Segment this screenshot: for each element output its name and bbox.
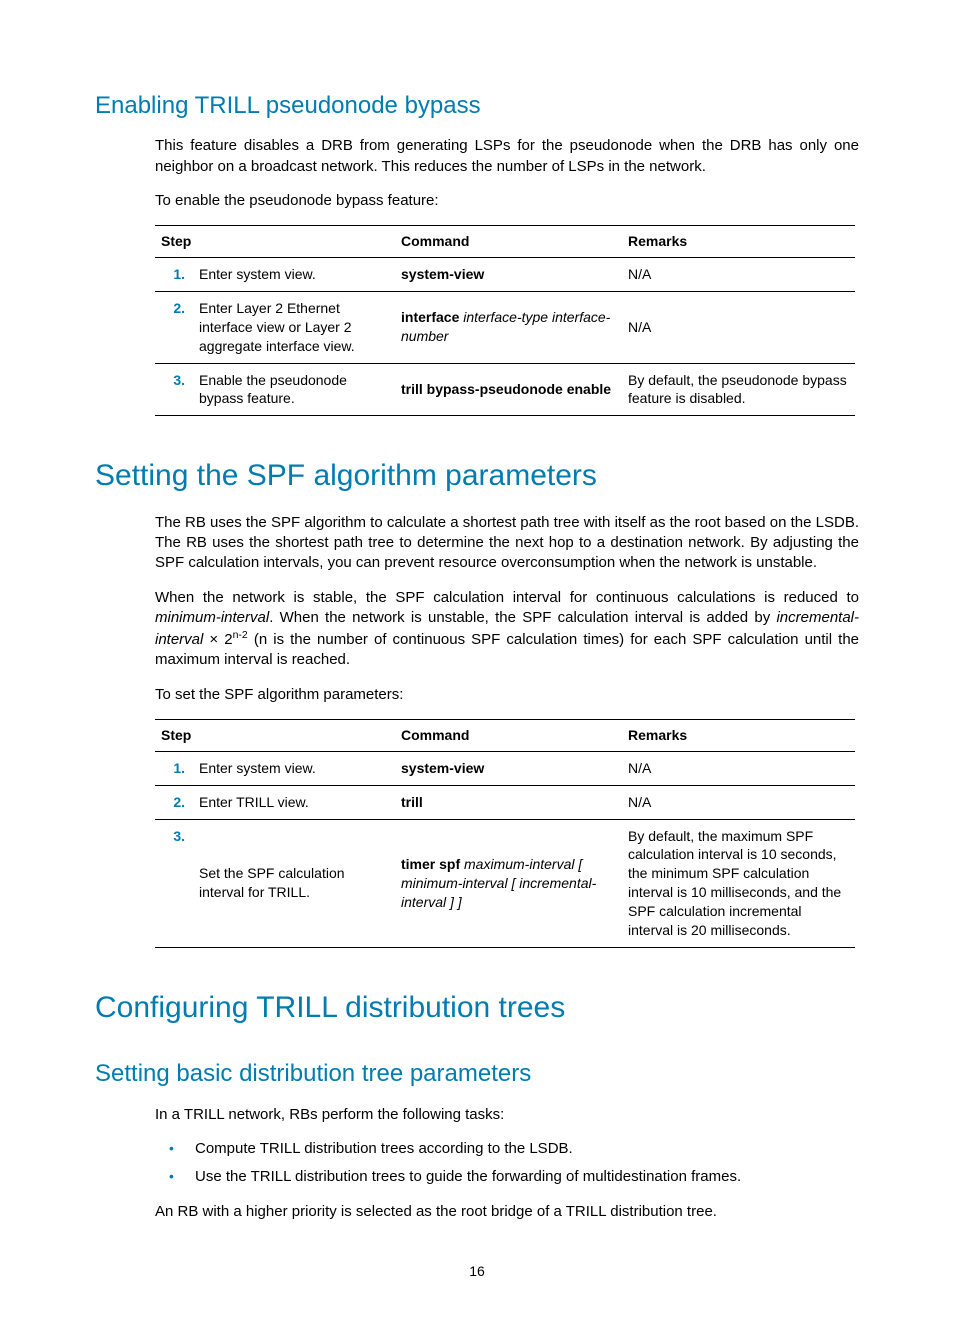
command-cell: system-view	[395, 751, 622, 785]
paragraph: An RB with a higher priority is selected…	[155, 1202, 859, 1222]
step-number: 3.	[155, 363, 193, 416]
paragraph: The RB uses the SPF algorithm to calcula…	[155, 513, 859, 574]
paragraph: To enable the pseudonode bypass feature:	[155, 191, 859, 211]
col-header-command: Command	[395, 226, 622, 258]
table-pseudonode-bypass: Step Command Remarks 1. Enter system vie…	[155, 225, 855, 416]
list-item: Compute TRILL distribution trees accordi…	[155, 1139, 859, 1159]
paragraph: When the network is stable, the SPF calc…	[155, 588, 859, 671]
step-desc: Enter Layer 2 Ethernet interface view or…	[193, 291, 395, 363]
col-header-remarks: Remarks	[622, 226, 855, 258]
table-row: 2. Enter TRILL view. trill N/A	[155, 785, 855, 819]
heading-enabling-trill-pseudonode-bypass: Enabling TRILL pseudonode bypass	[95, 90, 859, 122]
paragraph: To set the SPF algorithm parameters:	[155, 685, 859, 705]
page-number: 16	[95, 1262, 859, 1281]
col-header-step: Step	[155, 719, 395, 751]
command-cell: trill	[395, 785, 622, 819]
table-row: 2. Enter Layer 2 Ethernet interface view…	[155, 291, 855, 363]
step-number: 2.	[155, 291, 193, 363]
col-header-command: Command	[395, 719, 622, 751]
heading-setting-basic-distribution-tree-parameters: Setting basic distribution tree paramete…	[95, 1058, 859, 1090]
task-list: Compute TRILL distribution trees accordi…	[155, 1139, 859, 1188]
remarks-cell: N/A	[622, 785, 855, 819]
table-row: 3. Enable the pseudonode bypass feature.…	[155, 363, 855, 416]
table-row: 1. Enter system view. system-view N/A	[155, 258, 855, 292]
step-number: 2.	[155, 785, 193, 819]
step-desc: Enter system view.	[193, 258, 395, 292]
heading-setting-spf-parameters: Setting the SPF algorithm parameters	[95, 456, 859, 497]
list-item: Use the TRILL distribution trees to guid…	[155, 1167, 859, 1187]
step-desc: Set the SPF calculation interval for TRI…	[193, 819, 395, 947]
command-cell: interface interface-type interface-numbe…	[395, 291, 622, 363]
table-row: 1. Enter system view. system-view N/A	[155, 751, 855, 785]
remarks-cell: By default, the maximum SPF calculation …	[622, 819, 855, 947]
step-number: 3.	[155, 819, 193, 947]
step-desc: Enter system view.	[193, 751, 395, 785]
command-cell: system-view	[395, 258, 622, 292]
col-header-step: Step	[155, 226, 395, 258]
table-row: 3. Set the SPF calculation interval for …	[155, 819, 855, 947]
paragraph: This feature disables a DRB from generat…	[155, 136, 859, 177]
remarks-cell: By default, the pseudonode bypass featur…	[622, 363, 855, 416]
paragraph: In a TRILL network, RBs perform the foll…	[155, 1105, 859, 1125]
remarks-cell: N/A	[622, 258, 855, 292]
step-number: 1.	[155, 258, 193, 292]
remarks-cell: N/A	[622, 291, 855, 363]
heading-configuring-trill-distribution-trees: Configuring TRILL distribution trees	[95, 988, 859, 1029]
table-spf-parameters: Step Command Remarks 1. Enter system vie…	[155, 719, 855, 948]
command-cell: timer spf maximum-interval [ minimum-int…	[395, 819, 622, 947]
command-cell: trill bypass-pseudonode enable	[395, 363, 622, 416]
remarks-cell: N/A	[622, 751, 855, 785]
step-number: 1.	[155, 751, 193, 785]
col-header-remarks: Remarks	[622, 719, 855, 751]
step-desc: Enter TRILL view.	[193, 785, 395, 819]
step-desc: Enable the pseudonode bypass feature.	[193, 363, 395, 416]
